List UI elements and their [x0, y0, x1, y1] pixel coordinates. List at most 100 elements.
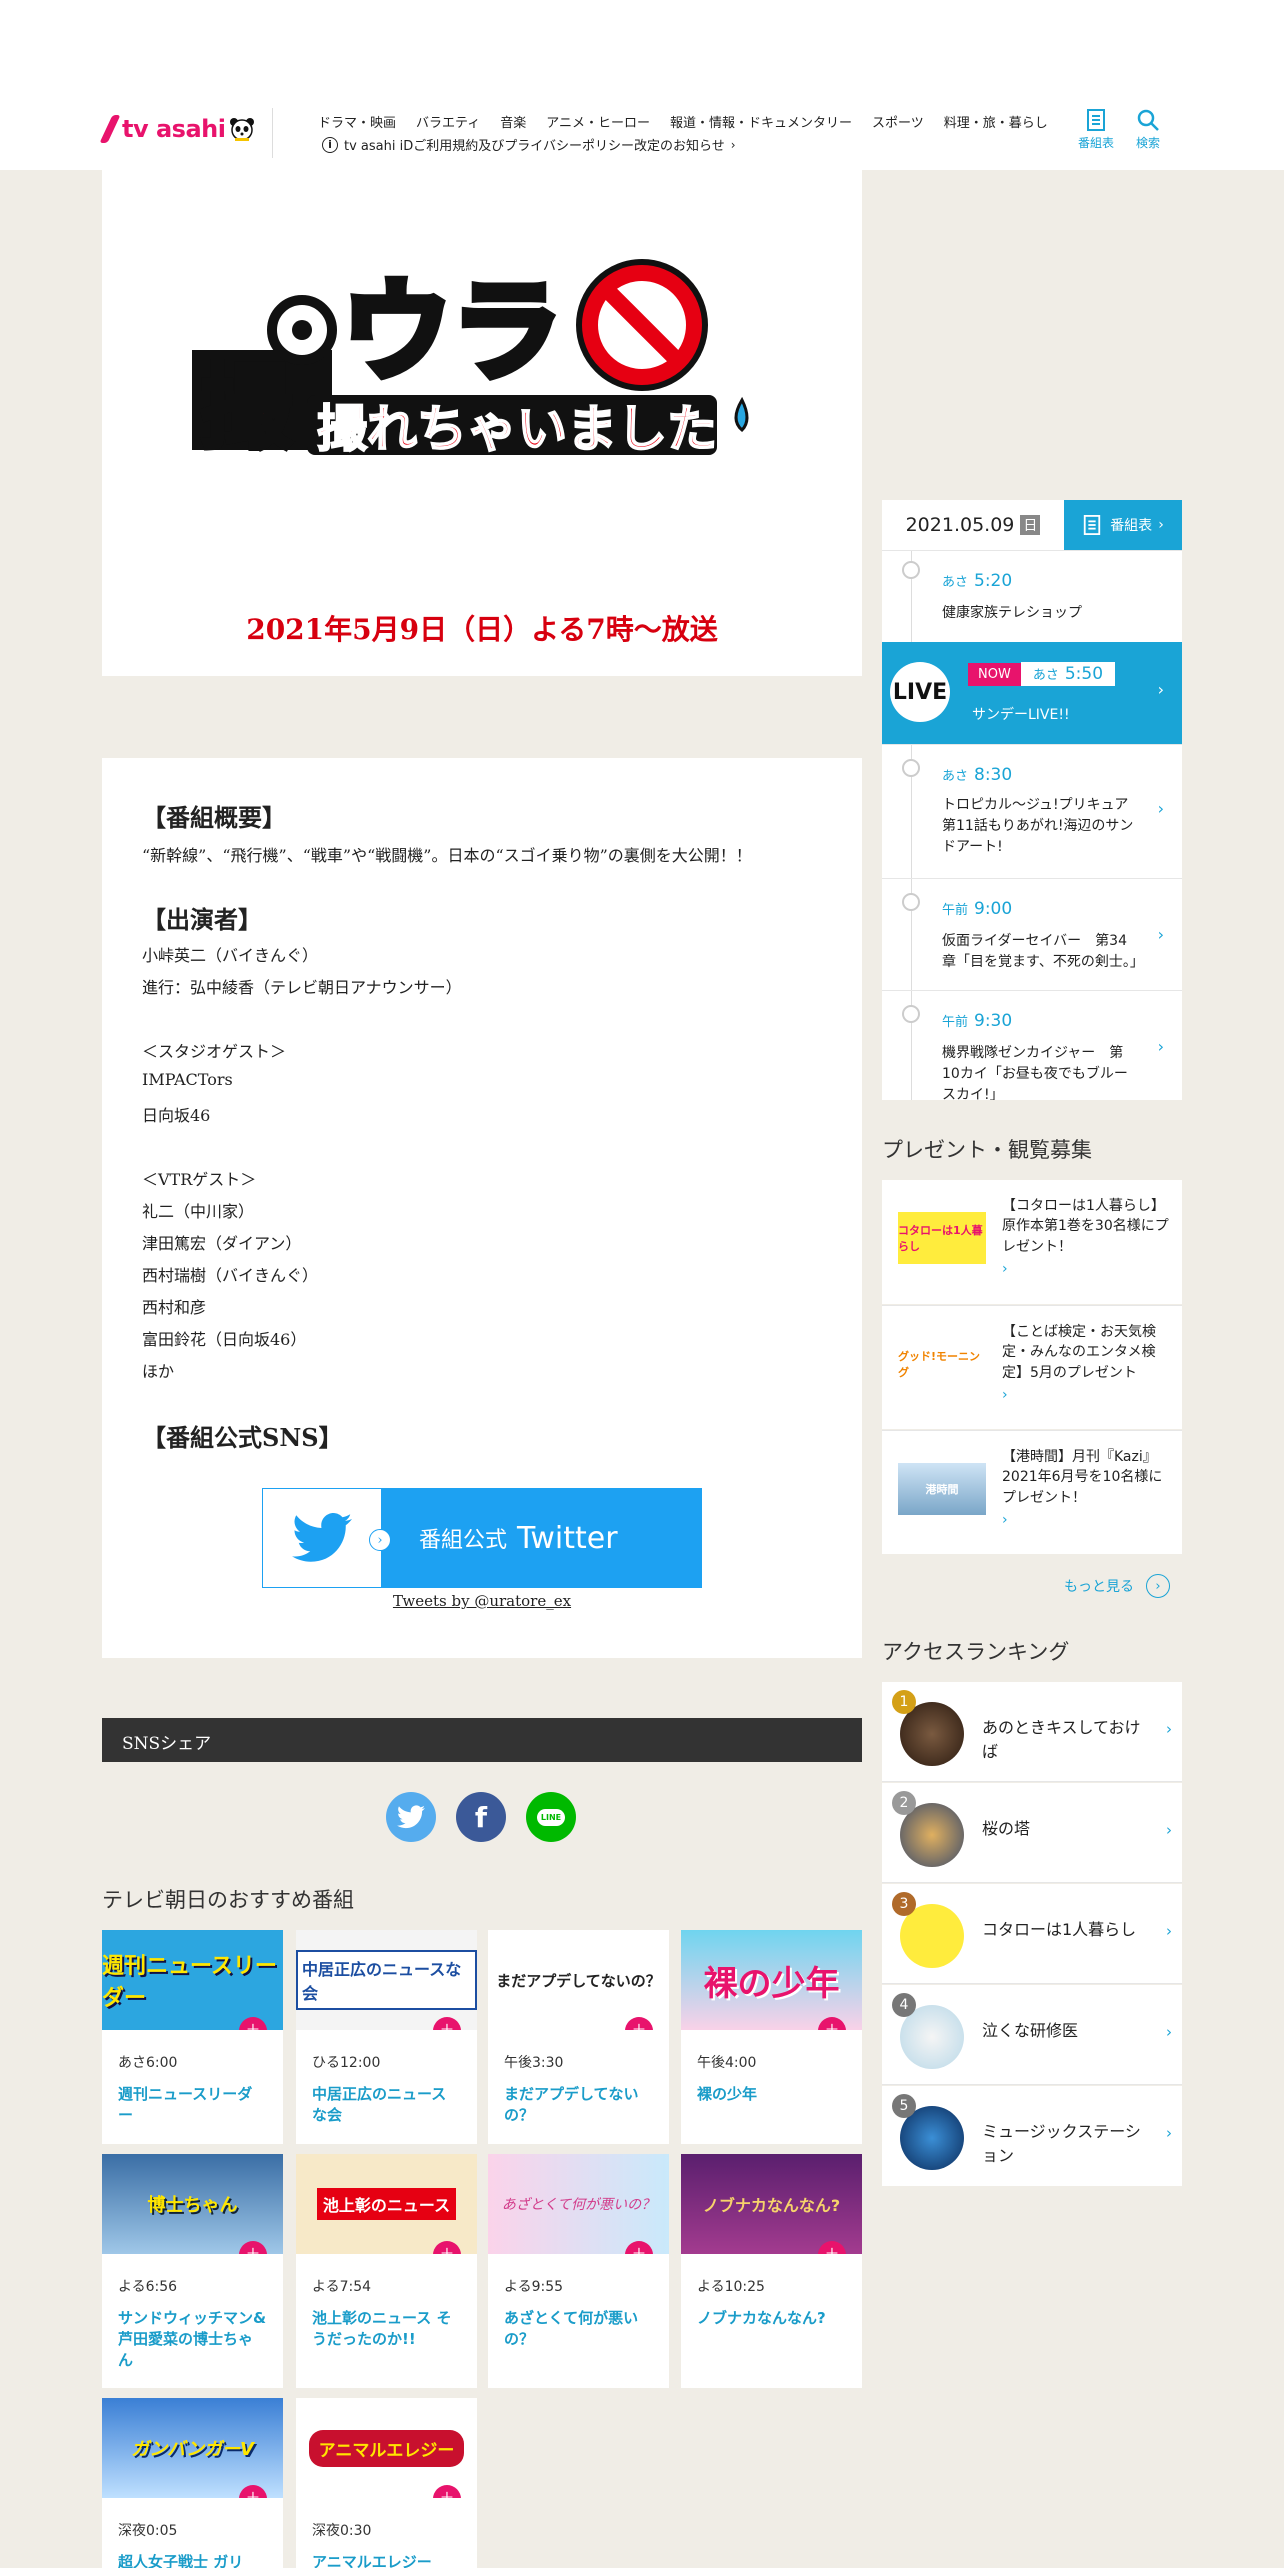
schedule-item-now[interactable]: LIVE NOW あさ 5:50 サンデーLIVE!! ›	[882, 642, 1182, 744]
cast-heading: 【出演者】	[142, 905, 262, 934]
ranking-item[interactable]: 4 泣くな研修医 ›	[882, 1985, 1182, 2085]
program-hero: 撮 ウラ 撮れちゃいました 2021年5月9日（日）よる7時～放送	[102, 170, 862, 676]
program-thumbnail: あざとくて何が悪いの？ 土	[488, 2154, 669, 2254]
ranking-item[interactable]: 2 桜の塔 ›	[882, 1783, 1182, 1883]
schedule-item[interactable]: 午前 9:00 仮面ライダーセイバー 第34章「目を覚ます、不死の剣士。」 ›	[882, 878, 1182, 990]
cast-line: ＜スタジオゲスト＞	[142, 1042, 287, 1061]
program-title: あざとくて何が悪いの？	[504, 2309, 639, 2348]
chevron-right-icon: ›	[1157, 1037, 1164, 1056]
schedule-item[interactable]: あさ 5:20 健康家族テレショップ	[882, 550, 1182, 642]
program-thumbnail: 中居正広のニュースな会 土	[296, 1930, 477, 2030]
timeline-dot	[902, 893, 920, 911]
logo-text: tv asahi	[122, 115, 226, 143]
day-badge: 土	[433, 2485, 461, 2498]
program-card[interactable]: ノブナカなんなん? 土 よる10:25 ノブナカなんなん?	[681, 2154, 862, 2388]
now-badge: NOW	[968, 662, 1021, 686]
present-item[interactable]: コタローは1人暮らし 【コタローは1人暮らし】原作本第1巻を30名様にプレゼント…	[882, 1180, 1182, 1304]
present-title: プレゼント・観覧募集	[882, 1138, 1092, 1162]
schedule-full-button[interactable]: 番組表 ›	[1064, 500, 1182, 550]
program-thumbnail: 博士ちゃん 土	[102, 2154, 283, 2254]
ranking-title-text: あのときキスしておけば	[982, 1718, 1141, 1761]
cast-line: 西村和彦	[142, 1298, 207, 1317]
cast-line: 津田篤宏（ダイアン）	[142, 1234, 302, 1253]
rank-number: 2	[892, 1791, 916, 1815]
program-thumbnail: 週刊ニュースリーダー 土	[102, 1930, 283, 2030]
program-card[interactable]: まだアプデしてないの？ 土 午後3:30 まだアプデしてないの？	[488, 1930, 669, 2144]
nav-item-lifestyle[interactable]: 料理・旅・暮らし	[944, 112, 1048, 131]
thumb-text: あざとくて何が悪いの？	[501, 2197, 656, 2213]
schedule-time: 8:30	[974, 765, 1013, 785]
search-header-button[interactable]: 検索	[1128, 108, 1168, 151]
twitter-bird-icon	[292, 1513, 352, 1562]
schedule-title: サンデーLIVE!!	[972, 707, 1070, 723]
rank-number: 1	[892, 1690, 916, 1714]
twitter-icon	[397, 1805, 425, 1829]
day-badge: 土	[239, 2485, 267, 2498]
program-card[interactable]: あざとくて何が悪いの？ 土 よる9:55 あざとくて何が悪いの？	[488, 2154, 669, 2388]
chevron-right-icon: ›	[369, 1529, 391, 1551]
program-card[interactable]: 裸の少年 土 午後4:00 裸の少年	[681, 1930, 862, 2144]
nav-item-news[interactable]: 報道・情報・ドキュメンタリー	[670, 112, 852, 131]
nav-item-sports[interactable]: スポーツ	[872, 112, 924, 131]
schedule-title: 仮面ライダーセイバー 第34章「目を覚ます、不死の剣士。」	[942, 933, 1144, 970]
day-badge: 土	[239, 2241, 267, 2254]
schedule-item[interactable]: あさ 8:30 トロピカル～ジュ!プリキュア 第11話もりあがれ!海辺のサンドアー…	[882, 744, 1182, 878]
schedule-ampm: あさ	[1032, 668, 1059, 683]
present-item[interactable]: グッド!モーニング 【ことば検定・お天気検定・みんなのエンタメ検定】5月のプレゼ…	[882, 1305, 1182, 1429]
thumb-text: ノブナカなんなん?	[702, 2196, 841, 2215]
schedule-title: 機界戦隊ゼンカイジャー 第10カイ「お昼も夜でもブルースカイ!」	[942, 1045, 1128, 1100]
notice-link[interactable]: i tv asahi iDご利用規約及びプライバシーポリシー改定のお知らせ ›	[322, 135, 736, 154]
program-title: まだアプデしてないの？	[504, 2085, 639, 2124]
share-line-button[interactable]: LINE	[526, 1792, 576, 1842]
ranking-item[interactable]: 1 あのときキスしておけば ›	[882, 1682, 1182, 1782]
program-thumbnail: ガンバンガーV 土	[102, 2398, 283, 2498]
ranking-item[interactable]: 5 ミュージックステーション ›	[882, 2086, 1182, 2186]
program-card[interactable]: 池上彰のニュース 土 よる7:54 池上彰のニュース そうだったのか!!	[296, 2154, 477, 2388]
ranking-item[interactable]: 3 コタローは1人暮らし ›	[882, 1884, 1182, 1984]
schedule-ampm: 午前	[942, 1015, 969, 1030]
program-title: 池上彰のニュース そうだったのか!!	[312, 2309, 452, 2348]
chevron-right-icon: ›	[1157, 925, 1164, 944]
thumb-text: 池上彰のニュース	[316, 2188, 457, 2220]
program-card[interactable]: 週刊ニュースリーダー 土 あさ6:00 週刊ニュースリーダー	[102, 1930, 283, 2144]
program-card[interactable]: ガンバンガーV 土 深夜0:05 超人女子戦士 ガリ	[102, 2398, 283, 2568]
air-date: 2021年5月9日（日）よる7時～放送	[246, 613, 718, 646]
overview-text: “新幹線”、“飛行機”、“戦車”や“戦闘機”。日本の“スゴイ乗り物”の裏側を大公…	[142, 846, 752, 865]
program-title: 週刊ニュースリーダー	[118, 2085, 253, 2124]
official-twitter-button[interactable]: › 番組公式 Twitter	[262, 1488, 702, 1588]
program-card[interactable]: 中居正広のニュースな会 土 ひる12:00 中居正広のニュースな会	[296, 1930, 477, 2144]
share-facebook-button[interactable]: f	[456, 1792, 506, 1842]
chevron-right-icon: ›	[1166, 2023, 1172, 2041]
logo-slash-mark	[99, 115, 121, 143]
nav-item-music[interactable]: 音楽	[500, 112, 526, 131]
present-more-link[interactable]: もっと見る ›	[1064, 1574, 1170, 1598]
chevron-right-icon: ›	[730, 137, 736, 152]
chevron-right-icon: ›	[1166, 2124, 1172, 2142]
program-time: あさ6:00	[118, 2055, 178, 2071]
facebook-icon: f	[474, 1800, 488, 1834]
program-thumbnail: アニマルエレジー 土	[296, 2398, 477, 2498]
schedule-title: 健康家族テレショップ	[942, 605, 1082, 621]
nav-item-variety[interactable]: バラエティ	[416, 112, 480, 131]
program-time: 深夜0:05	[118, 2523, 178, 2539]
schedule-ampm: 午前	[942, 903, 969, 918]
schedule-item[interactable]: 午前 9:30 機界戦隊ゼンカイジャー 第10カイ「お昼も夜でもブルースカイ!」 …	[882, 990, 1182, 1100]
tv-asahi-logo[interactable]: tv asahi	[99, 114, 255, 144]
nav-item-drama[interactable]: ドラマ・映画	[318, 112, 396, 131]
present-thumbnail: 港時間	[898, 1463, 986, 1515]
schedule-header-button[interactable]: 番組表	[1076, 108, 1116, 151]
notice-text: tv asahi iDご利用規約及びプライバシーポリシー改定のお知らせ	[344, 139, 725, 154]
global-header: tv asahi ドラマ・映画 バラエティ 音楽 アニメ・ヒーロー 報道・情報・…	[0, 100, 1284, 170]
share-twitter-button[interactable]	[386, 1792, 436, 1842]
program-time: 午後4:00	[697, 2055, 757, 2071]
thumb-text: ガンバンガーV	[131, 2439, 254, 2460]
tweets-by-link[interactable]: Tweets by @uratore_ex	[102, 1592, 862, 1610]
nav-item-anime[interactable]: アニメ・ヒーロー	[546, 112, 650, 131]
program-card[interactable]: 博士ちゃん 土 よる6:56 サンドウィッチマン&芦田愛菜の博士ちゃん	[102, 2154, 283, 2388]
program-info-card: 【番組概要】 “新幹線”、“飛行機”、“戦車”や“戦闘機”。日本の“スゴイ乗り物…	[102, 758, 862, 1658]
program-card[interactable]: アニマルエレジー 土 深夜0:30 アニマルエレジー	[296, 2398, 477, 2568]
chevron-right-icon: ›	[1002, 1386, 1008, 1403]
present-item[interactable]: 港時間 【港時間】月刊『Kazi』2021年6月号を10名様にプレゼント！ ›	[882, 1430, 1182, 1554]
category-nav: ドラマ・映画 バラエティ 音楽 アニメ・ヒーロー 報道・情報・ドキュメンタリー …	[318, 112, 1068, 131]
program-title: サンドウィッチマン&芦田愛菜の博士ちゃん	[118, 2309, 267, 2369]
